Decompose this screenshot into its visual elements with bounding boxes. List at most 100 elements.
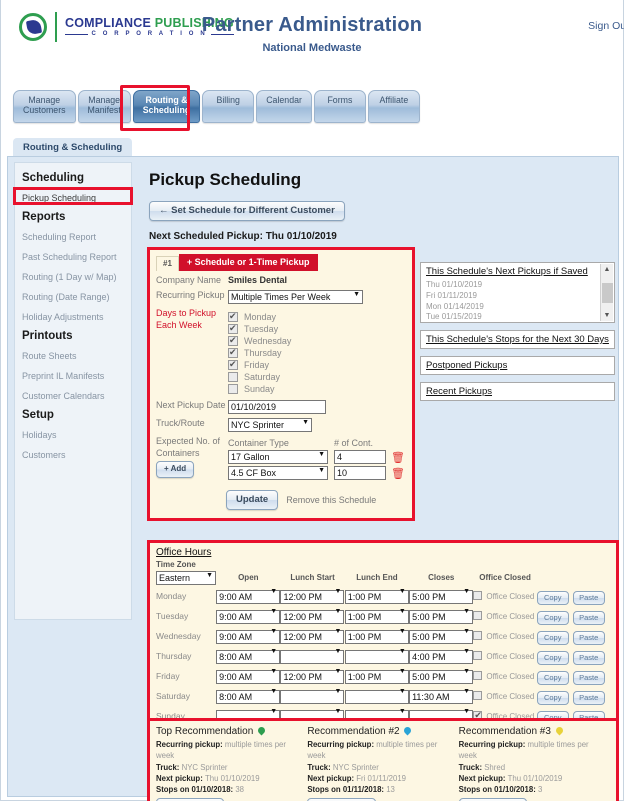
- container-type-select[interactable]: 17 Gallon: [228, 450, 328, 465]
- office-closed-checkbox-tuesday[interactable]: [473, 611, 483, 620]
- add-schedule-or-one-time-pickup-button[interactable]: + Schedule or 1-Time Pickup: [178, 254, 318, 271]
- lunch-start-select-saturday[interactable]: [280, 690, 345, 704]
- main-tab-manage-customers[interactable]: Manage Customers: [13, 90, 76, 123]
- main-tab-manage-manifest[interactable]: Manage Manifest: [77, 90, 131, 123]
- lunch-start-select-wednesday[interactable]: 12:00 PM: [280, 630, 345, 644]
- sign-out-link[interactable]: Sign Out: [588, 20, 624, 32]
- recent-pickups-link[interactable]: Recent Pickups: [421, 383, 614, 400]
- day-label-sunday: Sunday: [244, 384, 275, 395]
- office-closed-checkbox-saturday[interactable]: [473, 691, 483, 700]
- sidebar-heading-scheduling: Scheduling: [22, 172, 84, 184]
- sidebar-item-holiday-adjustments[interactable]: Holiday Adjustments: [15, 307, 131, 327]
- closes-select-monday[interactable]: 5:00 PM: [409, 590, 474, 604]
- schedule-card: #1 + Schedule or 1-Time Pickup Company N…: [147, 247, 415, 522]
- office-closed-checkbox-wednesday[interactable]: [473, 631, 483, 640]
- sidebar-item-scheduling-report[interactable]: Scheduling Report: [15, 227, 131, 247]
- sidebar-item-routing-date-range[interactable]: Routing (Date Range): [15, 287, 131, 307]
- closes-select-friday[interactable]: 5:00 PM: [409, 670, 474, 684]
- container-count-input[interactable]: [334, 450, 386, 465]
- open-select-monday[interactable]: 9:00 AM: [216, 590, 281, 604]
- day-checkbox-wednesday[interactable]: [228, 335, 238, 347]
- day-checkbox-monday[interactable]: [228, 311, 238, 323]
- office-hours-actions-friday: Copy Paste: [536, 666, 610, 686]
- next-pickup-date-input[interactable]: [228, 400, 326, 415]
- container-count-input[interactable]: [334, 466, 386, 481]
- delete-container-icon[interactable]: 🗑: [391, 451, 405, 464]
- copy-hours-button-wednesday[interactable]: Copy: [536, 631, 569, 645]
- lunch-end-select-monday[interactable]: 1:00 PM: [344, 590, 409, 604]
- sidebar-item-routing-1-day-w-map[interactable]: Routing (1 Day w/ Map): [15, 267, 131, 287]
- copy-hours-button-thursday[interactable]: Copy: [536, 651, 569, 665]
- lunch-start-select-monday[interactable]: 12:00 PM: [280, 590, 345, 604]
- sidebar-item-customers[interactable]: Customers: [15, 445, 131, 465]
- closes-select-wednesday[interactable]: 5:00 PM: [409, 630, 474, 644]
- open-select-tuesday[interactable]: 9:00 AM: [216, 610, 281, 624]
- paste-hours-button-tuesday[interactable]: Paste: [572, 611, 605, 625]
- copy-hours-button-friday[interactable]: Copy: [536, 671, 569, 685]
- office-closed-checkbox-friday[interactable]: [473, 671, 483, 680]
- copy-hours-button-tuesday[interactable]: Copy: [536, 611, 569, 625]
- sidebar-item-holidays[interactable]: Holidays: [15, 425, 131, 445]
- office-closed-checkbox-thursday[interactable]: [473, 651, 483, 660]
- closes-select-saturday[interactable]: 11:30 AM: [409, 690, 474, 704]
- office-closed-checkbox-monday[interactable]: [473, 591, 483, 600]
- next-pickups-scrollbar[interactable]: ▲ ▼: [600, 264, 613, 321]
- day-checkbox-friday[interactable]: [228, 359, 238, 371]
- main-tab-calendar[interactable]: Calendar: [256, 90, 312, 123]
- remove-schedule-link[interactable]: Remove this Schedule: [286, 495, 376, 505]
- sidebar-item-pickup-scheduling[interactable]: Pickup Scheduling: [15, 188, 131, 208]
- next-pickups-title-link[interactable]: This Schedule's Next Pickups if Saved: [421, 263, 614, 280]
- lunch-start-select-wrap: [280, 647, 345, 665]
- time-zone-select[interactable]: Eastern: [156, 571, 216, 585]
- lunch-start-select-friday[interactable]: 12:00 PM: [280, 670, 345, 684]
- day-checkbox-saturday[interactable]: [228, 372, 238, 383]
- container-type-select[interactable]: 4.5 CF Box: [228, 466, 328, 481]
- truck-route-select[interactable]: NYC Sprinter: [228, 418, 312, 433]
- schedule-number-tab[interactable]: #1: [156, 256, 179, 271]
- main-tab-routing-scheduling[interactable]: Routing & Scheduling: [132, 90, 201, 123]
- stops-next-30-days-link[interactable]: This Schedule's Stops for the Next 30 Da…: [421, 331, 614, 348]
- open-select-friday[interactable]: 9:00 AM: [216, 670, 281, 684]
- paste-hours-button-thursday[interactable]: Paste: [572, 651, 605, 665]
- scroll-up-arrow-icon[interactable]: ▲: [604, 264, 611, 275]
- sidebar-item-past-scheduling-report[interactable]: Past Scheduling Report: [15, 247, 131, 267]
- day-checkbox-tuesday[interactable]: [228, 323, 238, 335]
- lunch-start-select-thursday[interactable]: [280, 650, 345, 664]
- closes-select-tuesday[interactable]: 5:00 PM: [409, 610, 474, 624]
- day-checkbox-sunday[interactable]: [228, 384, 238, 395]
- lunch-start-select-tuesday[interactable]: 12:00 PM: [280, 610, 345, 624]
- main-tab-affiliate[interactable]: Affiliate: [367, 90, 420, 123]
- paste-hours-button-friday[interactable]: Paste: [572, 671, 605, 685]
- recommendation-next-pickup-label: Next pickup:: [307, 773, 357, 783]
- paste-hours-button-saturday[interactable]: Paste: [572, 691, 605, 705]
- recurring-pickup-select[interactable]: Multiple Times Per Week: [228, 290, 363, 305]
- scrollbar-thumb[interactable]: [601, 282, 613, 303]
- main-tab-forms[interactable]: Forms: [313, 90, 366, 123]
- copy-hours-button-monday[interactable]: Copy: [536, 591, 569, 605]
- lunch-end-select-thursday[interactable]: [344, 650, 409, 664]
- open-select-wednesday[interactable]: 9:00 AM: [216, 630, 281, 644]
- open-select-thursday[interactable]: 8:00 AM: [216, 650, 281, 664]
- sidebar-item-customer-calendars[interactable]: Customer Calendars: [15, 386, 131, 406]
- lunch-end-select-saturday[interactable]: [344, 690, 409, 704]
- lunch-end-select-wednesday[interactable]: 1:00 PM: [344, 630, 409, 644]
- sub-tab-routing-scheduling[interactable]: Routing & Scheduling: [13, 138, 133, 158]
- lunch-end-select-tuesday[interactable]: 1:00 PM: [344, 610, 409, 624]
- map-pin-shape: [256, 725, 267, 736]
- add-container-button[interactable]: + Add: [156, 460, 195, 478]
- paste-hours-button-wednesday[interactable]: Paste: [572, 631, 605, 645]
- sidebar-item-route-sheets[interactable]: Route Sheets: [15, 346, 131, 366]
- main-tab-billing[interactable]: Billing: [202, 90, 255, 123]
- sidebar-item-preprint-il-manifests[interactable]: Preprint IL Manifests: [15, 366, 131, 386]
- lunch-end-select-friday[interactable]: 1:00 PM: [344, 670, 409, 684]
- set-schedule-different-customer-button[interactable]: ← Set Schedule for Different Customer: [149, 201, 345, 221]
- paste-hours-button-monday[interactable]: Paste: [572, 591, 605, 605]
- delete-container-icon[interactable]: 🗑: [391, 467, 405, 480]
- postponed-pickups-link[interactable]: Postponed Pickups: [421, 357, 614, 374]
- closes-select-thursday[interactable]: 4:00 PM: [409, 650, 474, 664]
- scroll-down-arrow-icon[interactable]: ▼: [604, 310, 611, 321]
- update-schedule-button[interactable]: Update: [226, 490, 279, 511]
- open-select-saturday[interactable]: 8:00 AM: [216, 690, 281, 704]
- day-checkbox-thursday[interactable]: [228, 347, 238, 359]
- copy-hours-button-saturday[interactable]: Copy: [536, 691, 569, 705]
